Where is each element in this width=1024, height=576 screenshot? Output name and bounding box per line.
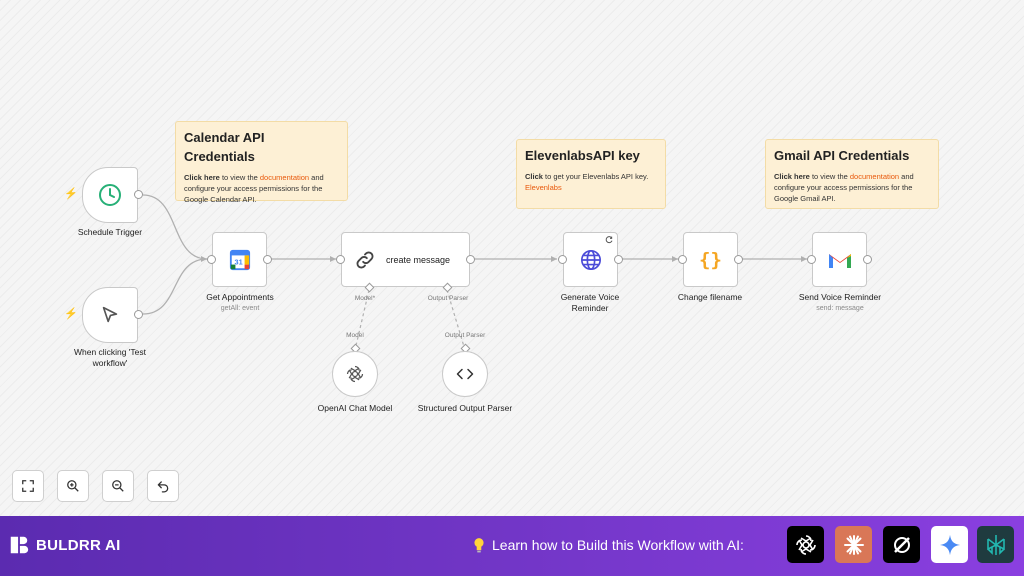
note-calendar-click[interactable]: Click here (184, 173, 220, 182)
label-generate-voice: Generate Voice Reminder (560, 292, 620, 313)
node-change-filename[interactable]: {} (683, 232, 738, 287)
port-parser-label: Output Parser (427, 295, 469, 302)
port-voice-out[interactable] (614, 255, 623, 264)
gemini-button[interactable] (931, 526, 968, 563)
chatgpt-button[interactable] (787, 526, 824, 563)
label-change-filename: Change filename (677, 292, 743, 302)
svg-text:31: 31 (234, 257, 242, 266)
zoom-in-button[interactable] (57, 470, 89, 502)
port-schedule-out[interactable] (134, 190, 143, 199)
link-icon (356, 251, 374, 268)
port-message-out[interactable] (466, 255, 475, 264)
node-structured-output-parser[interactable] (442, 351, 488, 397)
perplexity-icon (986, 534, 1005, 555)
claude-button[interactable] (835, 526, 872, 563)
note-elevenlabs-title: ElevenlabsAPI key (525, 148, 640, 163)
openai-icon (346, 365, 364, 383)
claude-icon (843, 534, 864, 555)
note-calendar-title: Calendar API Credentials (184, 130, 265, 164)
code-icon (456, 368, 474, 380)
brand-logo[interactable]: BULDRR AI (8, 534, 121, 556)
zoom-in-icon (67, 480, 79, 492)
note-elevenlabs-body: Click to get your Elevenlabs API key. El… (525, 171, 657, 193)
trigger-bolt-icon: ⚡ (64, 308, 78, 320)
lightbulb-icon (474, 538, 484, 553)
label-openai-chat-model: OpenAI Chat Model (317, 403, 393, 413)
note-gmail-body: Click here to view the documentation and… (774, 171, 930, 204)
note-gmail-credentials[interactable]: Gmail API Credentials Click here to view… (765, 139, 939, 209)
google-calendar-icon: 31 (229, 249, 250, 270)
footer-cta: Learn how to Build this Workflow with AI… (472, 537, 744, 553)
node-openai-chat-model[interactable] (332, 351, 378, 397)
port-model-label: Model* (354, 295, 376, 302)
node-get-appointments[interactable]: 31 (212, 232, 267, 287)
perplexity-style-icon (893, 536, 910, 553)
node-generate-voice[interactable] (563, 232, 618, 287)
label-structured-output-parser: Structured Output Parser (417, 403, 513, 413)
node-schedule-trigger[interactable] (82, 167, 138, 223)
fit-view-button[interactable] (12, 470, 44, 502)
node-send-voice[interactable] (812, 232, 867, 287)
cta-text: Learn how to Build this Workflow with AI… (492, 537, 744, 553)
note-gmail-link[interactable]: documentation (850, 172, 899, 181)
sublabel-get-appointments: getAll: event (220, 305, 260, 312)
note-calendar-credentials[interactable]: Calendar API Credentials Click here to v… (175, 121, 348, 204)
port-gmail-in[interactable] (807, 255, 816, 264)
reset-zoom-button[interactable] (147, 470, 179, 502)
zoom-out-icon (112, 480, 124, 492)
label-manual-trigger: When clicking 'Test workflow' (73, 347, 146, 368)
label-schedule-trigger: Schedule Trigger (77, 227, 143, 237)
port-gmail-out[interactable] (863, 255, 872, 264)
connector-parser-label: Output Parser (444, 332, 486, 339)
cursor-icon (102, 306, 118, 323)
port-manual-out[interactable] (134, 310, 143, 319)
note-elevenlabs-link[interactable]: Elevenlabs (525, 183, 562, 192)
zoom-out-button[interactable] (102, 470, 134, 502)
fit-view-icon (22, 480, 34, 492)
gmail-icon (828, 253, 851, 268)
note-gmail-click[interactable]: Click here (774, 172, 810, 181)
note-elevenlabs-key[interactable]: ElevenlabsAPI key Click to get your Elev… (516, 139, 666, 209)
trigger-bolt-icon: ⚡ (64, 188, 78, 200)
node-manual-trigger[interactable] (82, 287, 138, 343)
braces-icon: {} (699, 248, 722, 271)
undo-icon (157, 481, 169, 493)
perplexity-style-button[interactable] (883, 526, 920, 563)
port-voice-in[interactable] (558, 255, 567, 264)
label-send-voice: Send Voice Reminder (798, 292, 882, 302)
note-calendar-link[interactable]: documentation (260, 173, 309, 182)
gemini-icon (939, 534, 960, 555)
chatgpt-icon (795, 534, 816, 555)
note-calendar-text1: to view the (219, 173, 260, 182)
port-message-in[interactable] (336, 255, 345, 264)
note-gmail-text1: to view the (809, 172, 850, 181)
connector-model-label: Model (346, 332, 364, 339)
label-create-message: create message (386, 254, 451, 265)
globe-icon (580, 249, 601, 270)
port-filename-out[interactable] (734, 255, 743, 264)
sublabel-send-voice: send: message (816, 305, 864, 312)
port-filename-in[interactable] (678, 255, 687, 264)
brand-name: BULDRR AI (36, 536, 121, 554)
refresh-icon (605, 236, 613, 244)
port-calendar-in[interactable] (207, 255, 216, 264)
node-create-message[interactable]: create message (341, 232, 470, 287)
port-calendar-out[interactable] (263, 255, 272, 264)
label-get-appointments: Get Appointments (206, 292, 274, 302)
note-elevenlabs-click[interactable]: Click (525, 172, 543, 181)
perplexity-button[interactable] (977, 526, 1014, 563)
note-elevenlabs-text1: to get your Elevenlabs API key. (542, 172, 649, 181)
note-calendar-body: Click here to view the documentation and… (184, 172, 339, 205)
buldrr-logo-icon (10, 536, 29, 554)
note-gmail-title: Gmail API Credentials (774, 148, 910, 163)
clock-icon (99, 184, 121, 206)
